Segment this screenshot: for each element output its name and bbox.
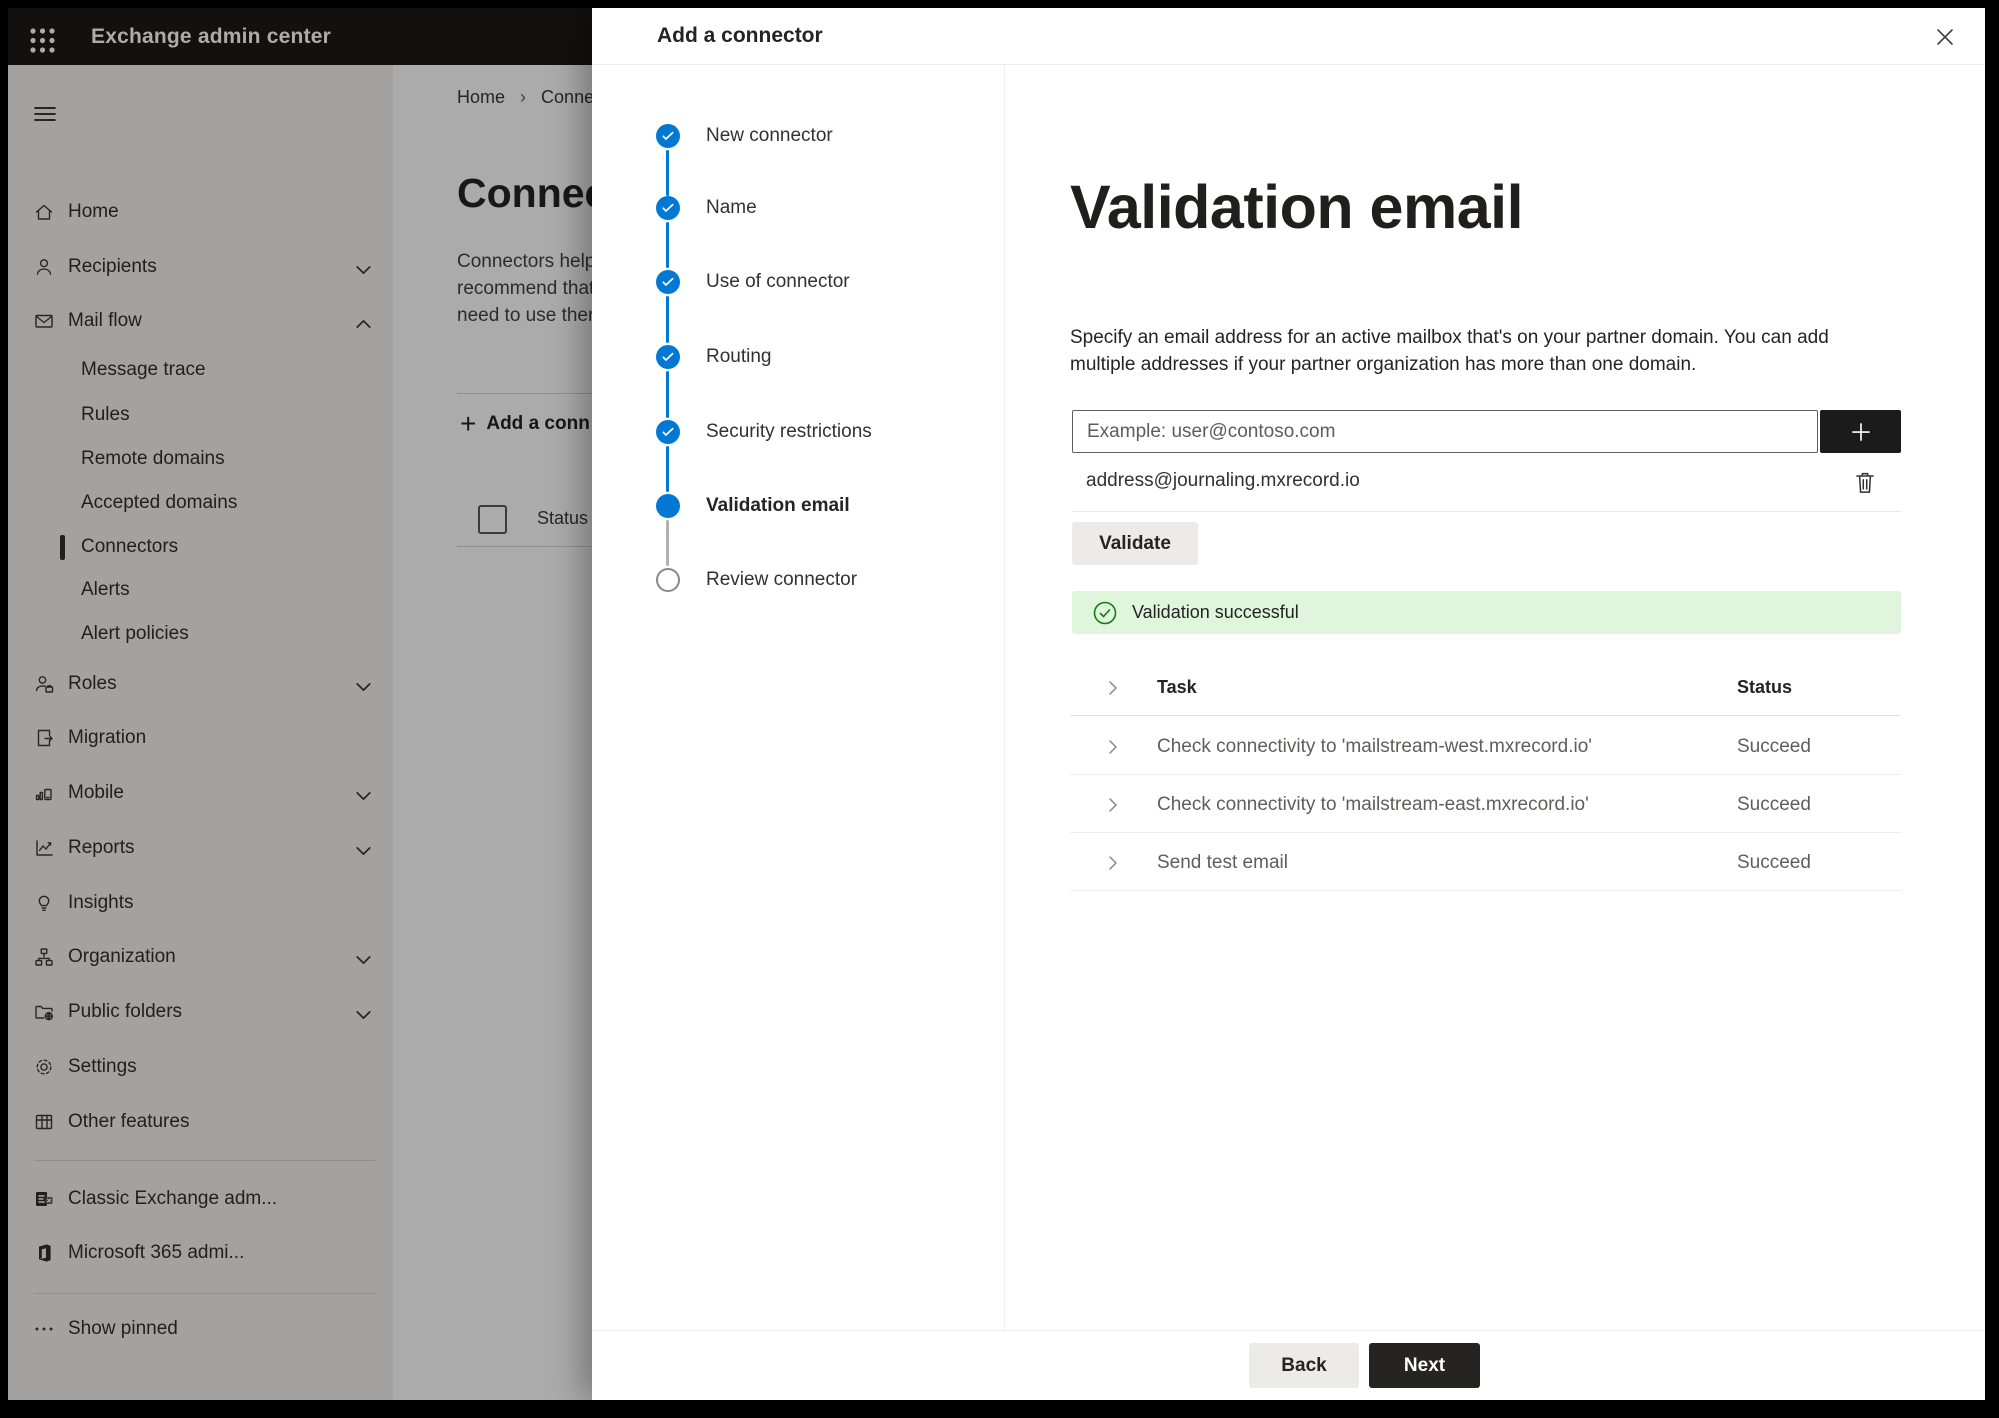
status-cell: Succeed <box>1737 852 1811 873</box>
step-complete-icon <box>656 345 680 369</box>
divider <box>1070 890 1901 891</box>
task-cell: Check connectivity to 'mailstream-west.m… <box>1157 736 1592 757</box>
status-cell: Succeed <box>1737 736 1811 757</box>
wizard-step-new-connector[interactable]: New connector <box>592 121 992 151</box>
chevron-right-icon[interactable] <box>1104 796 1122 814</box>
step-connector-line <box>666 371 669 418</box>
step-connector-line <box>666 446 669 492</box>
wizard-step-security-restrictions[interactable]: Security restrictions <box>592 417 992 447</box>
task-cell: Send test email <box>1157 852 1288 873</box>
email-address-input[interactable] <box>1072 410 1818 453</box>
wizard-step-routing[interactable]: Routing <box>592 342 992 372</box>
step-connector-line <box>666 222 669 268</box>
step-complete-icon <box>656 420 680 444</box>
step-complete-icon <box>656 196 680 220</box>
status-column-header: Status <box>1737 677 1793 697</box>
wizard-step-name[interactable]: Name <box>592 193 992 223</box>
step-connector-line <box>666 150 669 196</box>
wizard-step-use-of-connector[interactable]: Use of connector <box>592 267 992 297</box>
validation-success-banner: Validation successful <box>1072 591 1901 634</box>
close-icon <box>1937 29 1953 45</box>
chevron-right-icon[interactable] <box>1104 854 1122 872</box>
chevron-right-icon[interactable] <box>1104 738 1122 756</box>
divider <box>1070 715 1901 716</box>
add-address-button[interactable] <box>1820 410 1901 453</box>
divider <box>1070 832 1901 833</box>
step-description: Specify an email address for an active m… <box>1070 327 1829 375</box>
success-check-icon <box>1092 600 1118 626</box>
divider <box>1070 774 1901 775</box>
divider <box>1004 65 1005 1330</box>
task-column-header: Task <box>1157 677 1197 697</box>
add-connector-dialog: Add a connector New connector Name Use o… <box>592 8 1985 1400</box>
trash-icon <box>1856 472 1874 493</box>
plus-icon <box>1851 422 1870 441</box>
divider <box>1072 511 1901 512</box>
dialog-title: Add a connector <box>657 24 823 47</box>
validate-button[interactable]: Validate <box>1072 522 1198 565</box>
chevron-right-icon[interactable] <box>1104 679 1122 697</box>
banner-text: Validation successful <box>1132 602 1299 622</box>
status-cell: Succeed <box>1737 794 1811 815</box>
task-cell: Check connectivity to 'mailstream-east.m… <box>1157 794 1589 815</box>
divider <box>592 1330 1985 1331</box>
back-button[interactable]: Back <box>1249 1343 1359 1388</box>
next-button[interactable]: Next <box>1369 1343 1480 1388</box>
step-heading: Validation email <box>1070 173 1524 241</box>
step-upcoming-icon <box>656 568 680 592</box>
added-address-text: address@journaling.mxrecord.io <box>1086 470 1360 491</box>
delete-address-button[interactable] <box>1852 469 1878 497</box>
close-button[interactable] <box>1932 24 1958 50</box>
divider <box>592 64 1985 65</box>
wizard-step-validation-email[interactable]: Validation email <box>592 491 992 521</box>
step-connector-line <box>666 520 669 566</box>
step-complete-icon <box>656 270 680 294</box>
step-connector-line <box>666 296 669 343</box>
step-current-icon <box>656 494 680 518</box>
wizard-step-review-connector[interactable]: Review connector <box>592 565 992 595</box>
step-complete-icon <box>656 124 680 148</box>
screenshot-canvas: Exchange admin center Home Recipients Ma… <box>0 0 1999 1418</box>
